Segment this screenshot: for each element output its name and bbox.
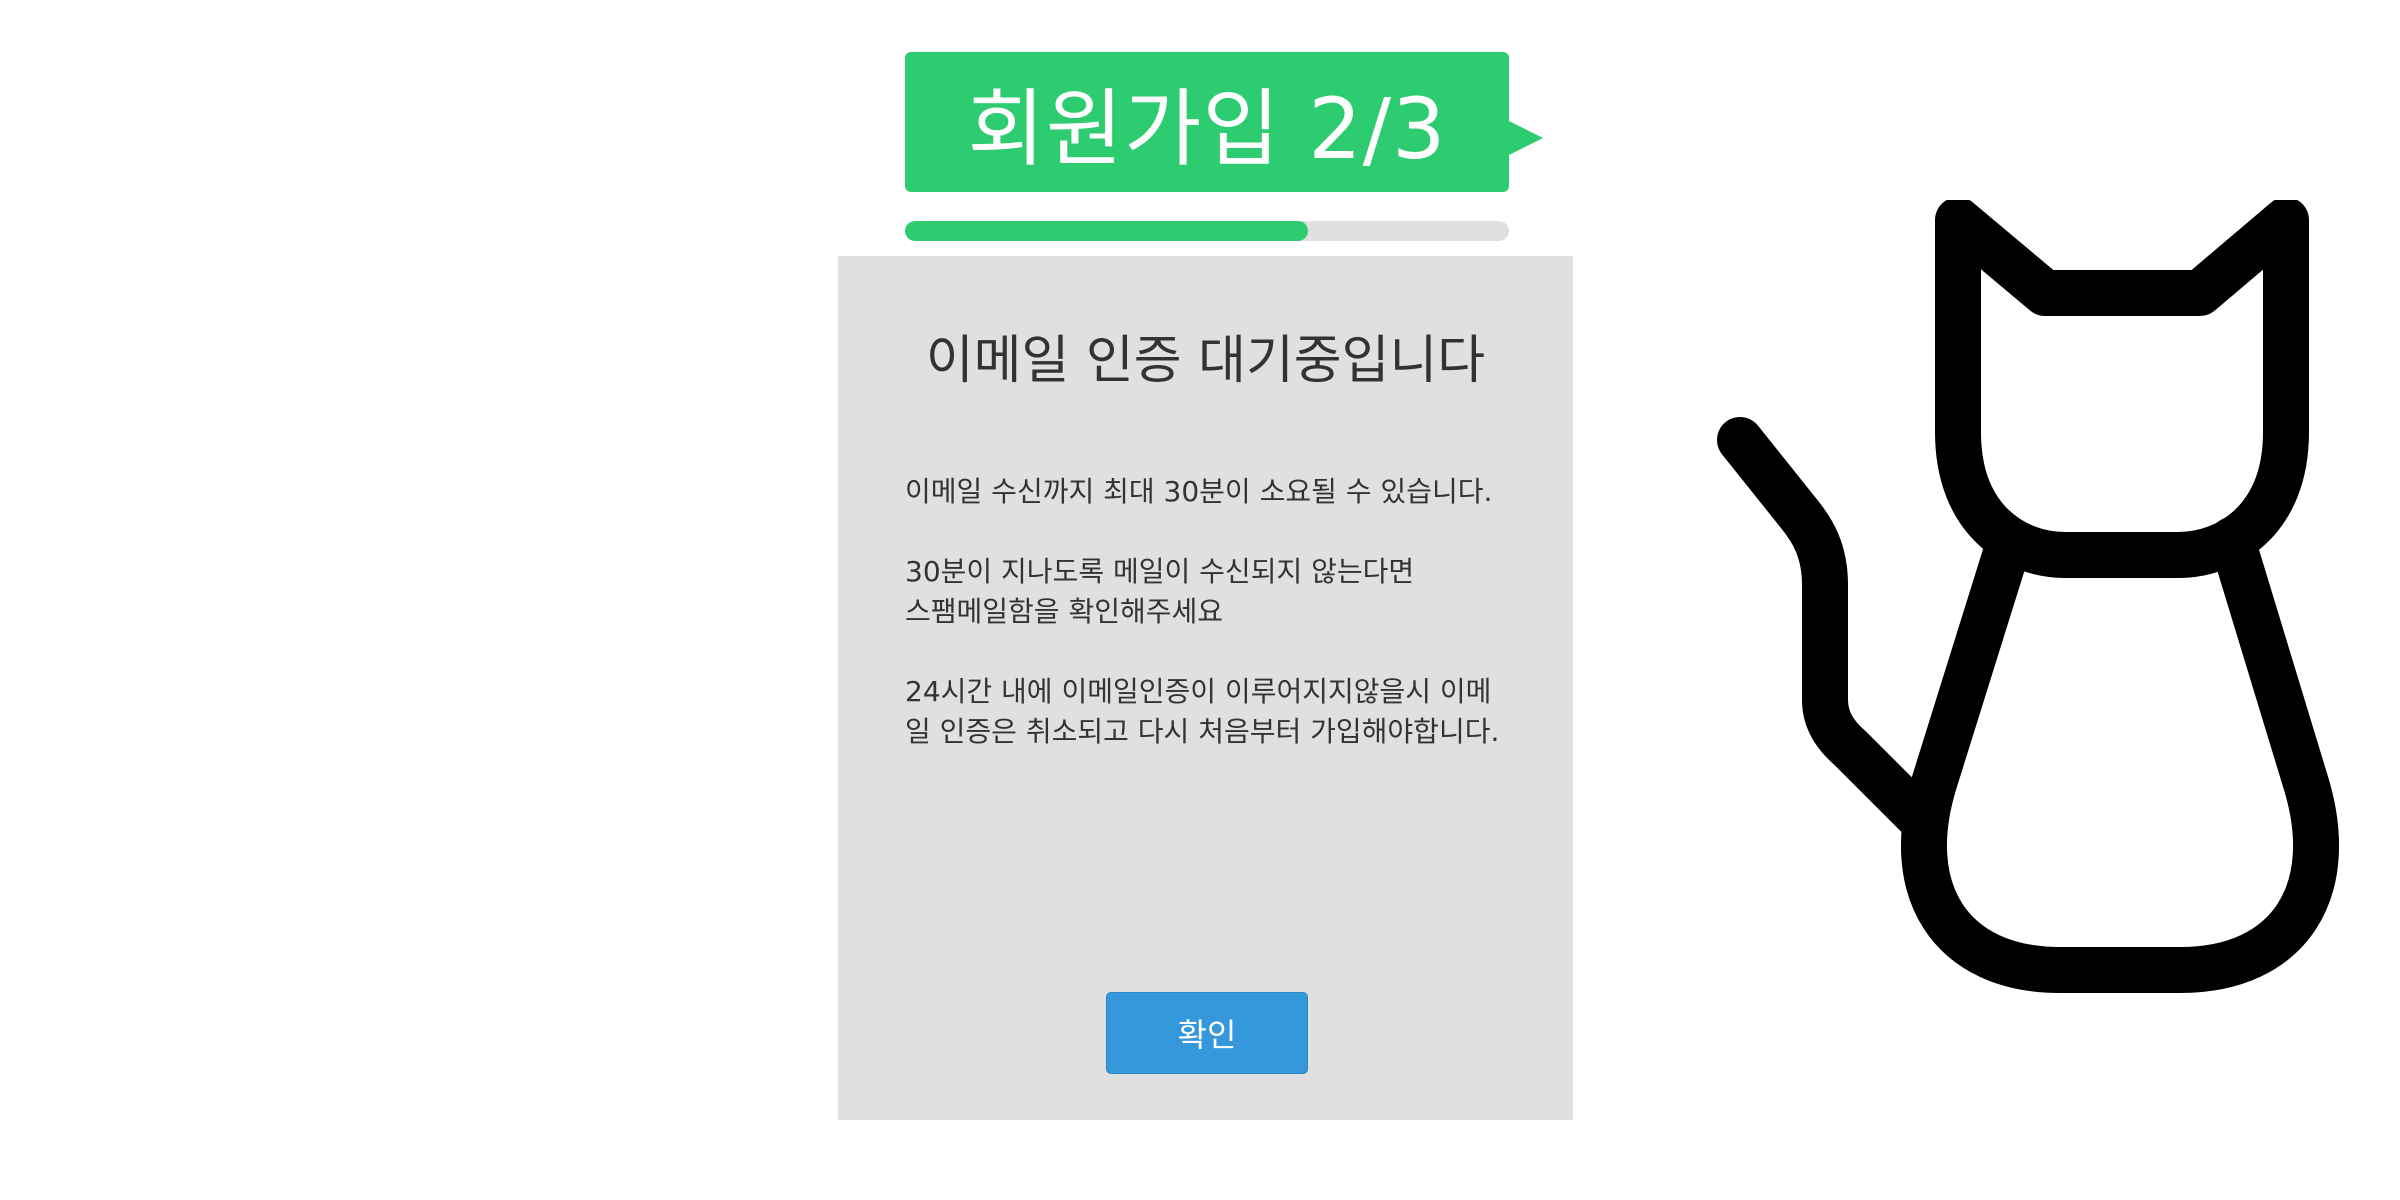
confirm-button[interactable]: 확인 bbox=[1106, 992, 1308, 1074]
notice-paragraph: 30분이 지나도록 메일이 수신되지 않는다면 스팸메일함을 확인해주세요 bbox=[905, 555, 1415, 628]
panel-body: 이메일 수신까지 최대 30분이 소요될 수 있습니다. 30분이 지나도록 메… bbox=[905, 472, 1515, 792]
signup-page: 회원가입 2/3 이메일 인증 대기중입니다 이메일 수신까지 최대 30분이 … bbox=[0, 0, 2400, 1200]
signup-progress-bar bbox=[905, 221, 1509, 241]
signup-progress-fill bbox=[905, 221, 1308, 241]
cat-icon bbox=[1717, 200, 2340, 993]
notice-paragraph: 24시간 내에 이메일인증이 이루어지지않을시 이메 일 인증은 취소되고 다시… bbox=[905, 675, 1500, 748]
notice-paragraph: 이메일 수신까지 최대 30분이 소요될 수 있습니다. bbox=[905, 475, 1493, 508]
email-verification-panel: 이메일 인증 대기중입니다 이메일 수신까지 최대 30분이 소요될 수 있습니… bbox=[838, 256, 1573, 1120]
panel-title: 이메일 인증 대기중입니다 bbox=[925, 331, 1486, 391]
step-title: 회원가입 2/3 bbox=[905, 52, 1509, 192]
step-banner-arrow bbox=[1509, 121, 1543, 155]
